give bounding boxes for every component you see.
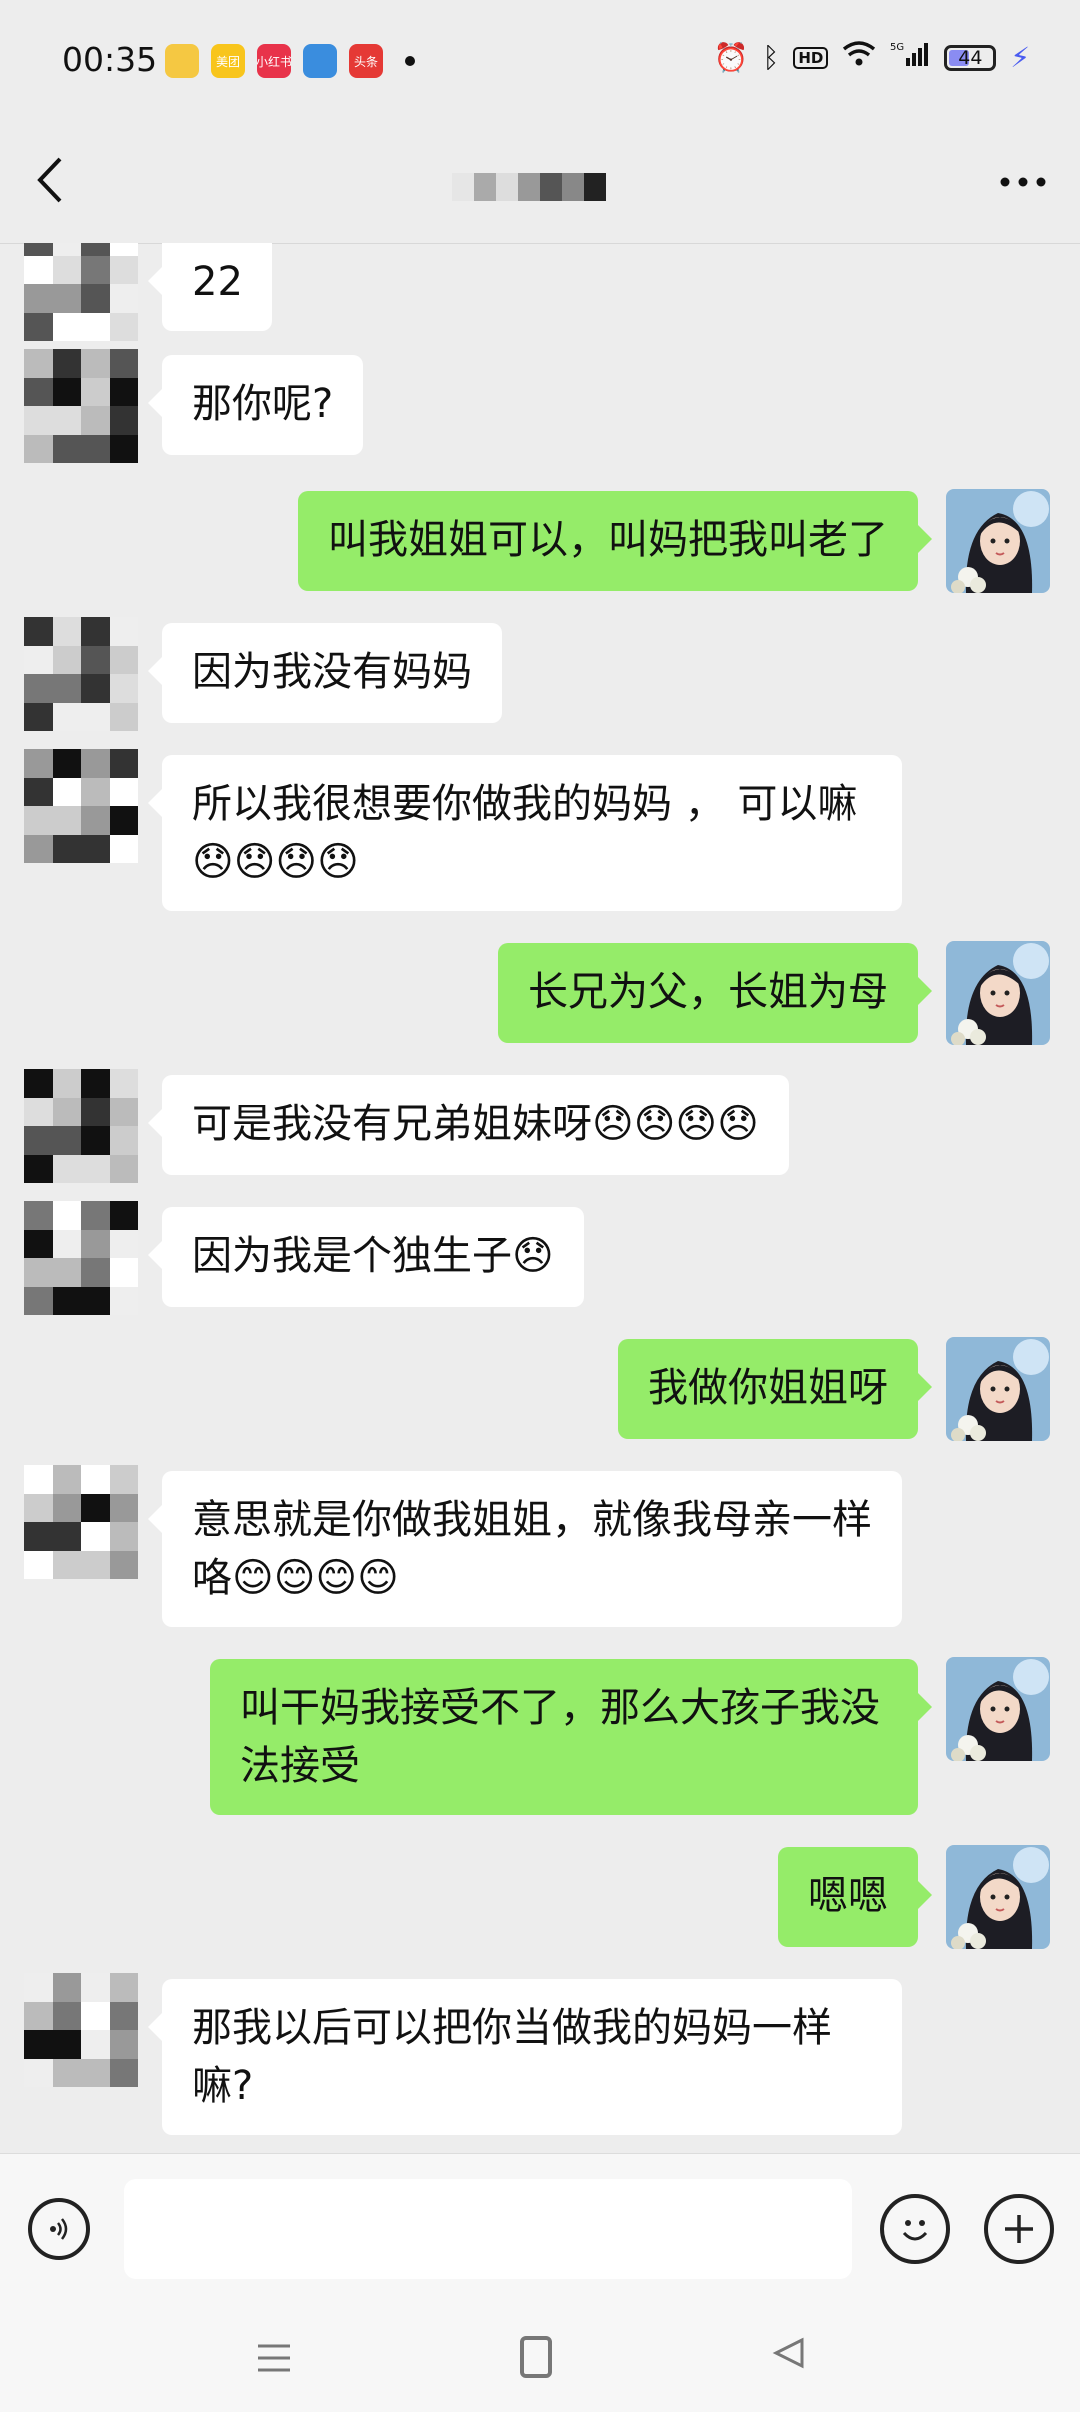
contact-avatar[interactable] bbox=[24, 243, 138, 341]
incoming-message: 22 bbox=[0, 243, 1080, 347]
message-bubble[interactable]: 意思就是你做我姐姐，就像我母亲一样咯😊😊😊😊 bbox=[148, 1471, 902, 1627]
triangle-back-icon bbox=[772, 2337, 804, 2369]
xiaohongshu-icon: 小红书 bbox=[257, 44, 291, 78]
plus-button[interactable] bbox=[984, 2194, 1054, 2264]
svg-text:5G: 5G bbox=[890, 42, 904, 53]
message-bubble[interactable]: 所以我很想要你做我的妈妈 ， 可以嘛😞😞😞😞 bbox=[148, 755, 902, 911]
nav-back-button[interactable] bbox=[772, 2334, 806, 2380]
message-bubble[interactable]: 那你呢? bbox=[147, 355, 364, 455]
incoming-message: 所以我很想要你做我的妈妈 ， 可以嘛😞😞😞😞 bbox=[0, 749, 1080, 911]
message-input[interactable] bbox=[124, 2179, 852, 2279]
menu-icon bbox=[258, 2344, 290, 2372]
signal-icon: 5G bbox=[890, 40, 930, 75]
more-notifications-dot bbox=[405, 56, 415, 66]
contact-avatar[interactable] bbox=[24, 749, 138, 863]
system-nav-bar bbox=[0, 2298, 1080, 2412]
chat-title-redacted bbox=[452, 173, 606, 201]
message-bubble[interactable]: 可是我没有兄弟姐妹呀😞😞😞😞 bbox=[148, 1075, 789, 1175]
incoming-message: 那我以后可以把你当做我的妈妈一样嘛? bbox=[0, 1973, 1080, 2135]
message-list[interactable]: 22 那你呢? 叫我姐姐可以，叫妈把我叫老了因为我没有妈妈所以我很想要你做我的妈妈 … bbox=[0, 243, 1080, 2153]
charging-icon: ⚡ bbox=[1010, 41, 1030, 74]
voice-button[interactable] bbox=[28, 2198, 90, 2260]
bluetooth-icon: ᛒ bbox=[762, 41, 780, 74]
more-dots-icon bbox=[1000, 177, 1046, 187]
toutiao-icon: 头条 bbox=[349, 44, 383, 78]
outgoing-message: 我做你姐姐呀 bbox=[0, 1337, 1080, 1453]
alarm-icon: ⏰ bbox=[713, 41, 749, 74]
message-bubble[interactable]: 因为我是个独生子😞 bbox=[148, 1207, 584, 1307]
message-bubble[interactable]: 嗯嗯 bbox=[778, 1847, 932, 1947]
chat-header bbox=[0, 125, 1080, 244]
contact-avatar[interactable] bbox=[24, 349, 138, 463]
wifi-icon bbox=[842, 40, 876, 75]
voice-icon bbox=[50, 2218, 68, 2240]
meituan-icon: 美团 bbox=[211, 44, 245, 78]
outgoing-message: 长兄为父，长姐为母 bbox=[0, 941, 1080, 1057]
battery-icon: 44 bbox=[944, 44, 997, 71]
contact-avatar[interactable] bbox=[24, 617, 138, 731]
message-bubble[interactable]: 我做你姐姐呀 bbox=[618, 1339, 932, 1439]
hd-icon: HD bbox=[793, 46, 829, 69]
nav-home-button[interactable] bbox=[520, 2336, 552, 2378]
emoji-icon bbox=[902, 2220, 928, 2241]
outgoing-message: 嗯嗯 bbox=[0, 1845, 1080, 1961]
app-icon bbox=[165, 44, 199, 78]
incoming-message: 那你呢? bbox=[0, 349, 1080, 469]
message-bubble[interactable]: 叫我姐姐可以，叫妈把我叫老了 bbox=[298, 491, 932, 591]
contact-avatar[interactable] bbox=[24, 1201, 138, 1315]
incoming-message: 因为我是个独生子😞 bbox=[0, 1201, 1080, 1321]
my-avatar[interactable] bbox=[946, 941, 1050, 1045]
input-bar bbox=[0, 2153, 1080, 2299]
chevron-left-icon bbox=[37, 157, 62, 203]
notification-icons: 美团 小红书 头条 bbox=[165, 44, 415, 78]
incoming-message: 可是我没有兄弟姐妹呀😞😞😞😞 bbox=[0, 1069, 1080, 1189]
more-options-button[interactable] bbox=[998, 153, 1048, 199]
my-avatar[interactable] bbox=[946, 1657, 1050, 1761]
contact-avatar[interactable] bbox=[24, 1069, 138, 1183]
contact-avatar[interactable] bbox=[24, 1973, 138, 2087]
message-bubble[interactable]: 叫干妈我接受不了，那么大孩子我没法接受 bbox=[210, 1659, 932, 1815]
plus-icon bbox=[1005, 2215, 1033, 2243]
outgoing-message: 叫干妈我接受不了，那么大孩子我没法接受 bbox=[0, 1657, 1080, 1815]
status-time: 00:35 bbox=[62, 40, 158, 79]
incoming-message: 因为我没有妈妈 bbox=[0, 617, 1080, 737]
system-icons: ⏰ ᛒ HD 5G 44 ⚡ bbox=[714, 40, 1030, 75]
emoji-button[interactable] bbox=[880, 2194, 950, 2264]
app-icon bbox=[303, 44, 337, 78]
my-avatar[interactable] bbox=[946, 489, 1050, 593]
back-button[interactable] bbox=[34, 155, 78, 211]
incoming-message: 意思就是你做我姐姐，就像我母亲一样咯😊😊😊😊 bbox=[0, 1465, 1080, 1627]
contact-avatar[interactable] bbox=[24, 1465, 138, 1579]
message-bubble[interactable]: 那我以后可以把你当做我的妈妈一样嘛? bbox=[148, 1979, 902, 2135]
my-avatar[interactable] bbox=[946, 1845, 1050, 1949]
my-avatar[interactable] bbox=[946, 1337, 1050, 1441]
status-bar: 00:35 美团 小红书 头条 ⏰ ᛒ HD 5G 44 ⚡ bbox=[0, 0, 1080, 125]
battery-level: 44 bbox=[958, 46, 983, 69]
message-bubble[interactable]: 因为我没有妈妈 bbox=[148, 623, 502, 723]
nav-menu-button[interactable] bbox=[256, 2338, 292, 2384]
message-bubble[interactable]: 22 bbox=[148, 243, 272, 331]
outgoing-message: 叫我姐姐可以，叫妈把我叫老了 bbox=[0, 489, 1080, 605]
message-bubble[interactable]: 长兄为父，长姐为母 bbox=[498, 943, 932, 1043]
